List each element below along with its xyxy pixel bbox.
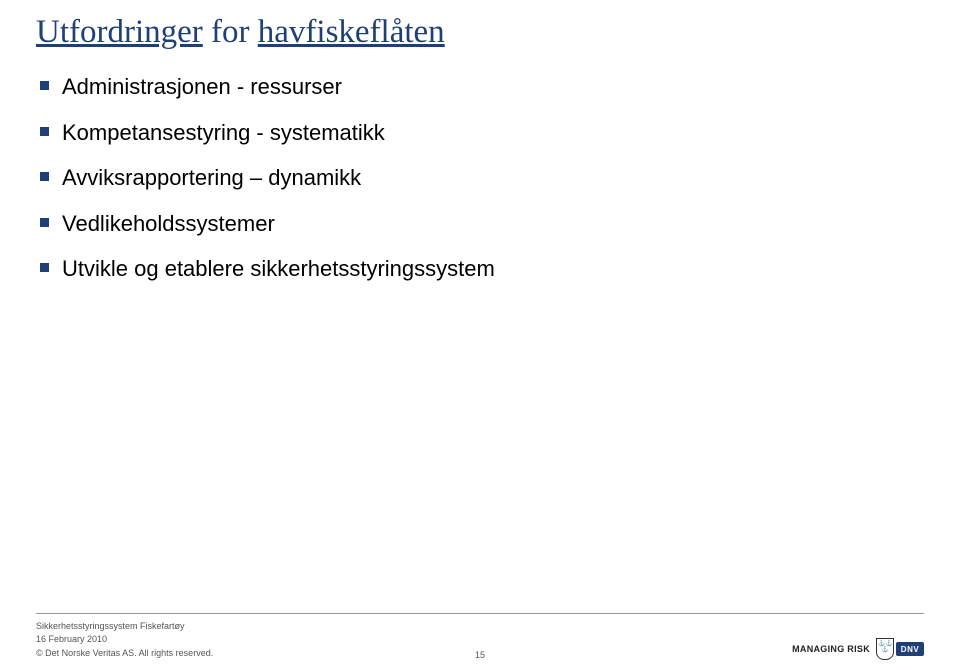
bullet-list: Administrasjonen - ressurser Kompetanses…: [36, 73, 924, 283]
title-word-1: Utfordringer: [36, 14, 203, 50]
anchor-icon: ⚓: [881, 647, 888, 653]
title-word-2: havfiskeflåten: [258, 14, 445, 50]
footer-right-block: MANAGING RISK ⚓⚓ ⚓ DNV: [792, 638, 924, 660]
tagline: MANAGING RISK: [792, 644, 870, 654]
shield-icon: ⚓⚓ ⚓: [876, 638, 894, 660]
title-connector: for: [203, 14, 258, 50]
dnv-badge: DNV: [896, 642, 924, 656]
slide-title: Utfordringer for havfiskeflåten: [36, 14, 924, 51]
footer-left-block: Sikkerhetsstyringssystem Fiskefartøy 16 …: [36, 620, 213, 661]
footer-copyright: © Det Norske Veritas AS. All rights rese…: [36, 647, 213, 661]
slide-footer: Sikkerhetsstyringssystem Fiskefartøy 16 …: [0, 613, 960, 661]
page-number: 15: [475, 650, 485, 660]
footer-date: 16 February 2010: [36, 633, 213, 647]
footer-project: Sikkerhetsstyringssystem Fiskefartøy: [36, 620, 213, 634]
bullet-item: Vedlikeholdssystemer: [40, 210, 924, 238]
bullet-item: Administrasjonen - ressurser: [40, 73, 924, 101]
bullet-item: Utvikle og etablere sikkerhetsstyringssy…: [40, 255, 924, 283]
dnv-logo: ⚓⚓ ⚓ DNV: [876, 638, 924, 660]
footer-divider: [36, 613, 924, 614]
bullet-item: Avviksrapportering – dynamikk: [40, 164, 924, 192]
bullet-item: Kompetansestyring - systematikk: [40, 119, 924, 147]
